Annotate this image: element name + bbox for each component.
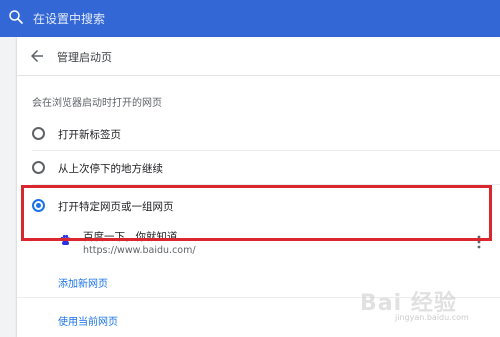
radio-button[interactable]	[32, 127, 45, 140]
radio-button-selected[interactable]	[32, 199, 45, 212]
radio-button[interactable]	[32, 161, 45, 174]
subpage-header: 管理启动页	[17, 37, 500, 76]
top-search-bar: 在设置中搜索	[0, 0, 500, 37]
startup-site-entry: 百度一下，你就知道 https://www.baidu.com/	[17, 225, 500, 265]
option-label: 打开特定网页或一组网页	[58, 201, 174, 213]
site-url: https://www.baidu.com/	[83, 245, 196, 256]
use-current-pages-link[interactable]: 使用当前网页	[58, 313, 118, 328]
option-label: 从上次停下的地方继续	[58, 163, 163, 175]
watermark-url: jingyan.baidu.com	[395, 313, 469, 322]
add-new-page-link[interactable]: 添加新网页	[58, 275, 108, 290]
option-label: 打开新标签页	[58, 129, 121, 141]
option-specific-pages[interactable]: 打开特定网页或一组网页	[17, 189, 500, 223]
search-icon[interactable]	[7, 8, 25, 26]
option-continue[interactable]: 从上次停下的地方继续	[17, 151, 500, 185]
option-new-tab[interactable]: 打开新标签页	[17, 117, 500, 151]
page-title: 管理启动页	[57, 51, 112, 64]
baidu-paw-icon	[60, 234, 70, 245]
section-label: 会在浏览器启动时打开的网页	[32, 98, 162, 109]
site-title: 百度一下，你就知道	[83, 231, 178, 243]
divider	[32, 184, 500, 185]
more-vert-icon[interactable]	[475, 234, 483, 250]
back-arrow-icon[interactable]	[28, 47, 46, 65]
search-input[interactable]: 在设置中搜索	[33, 10, 105, 27]
